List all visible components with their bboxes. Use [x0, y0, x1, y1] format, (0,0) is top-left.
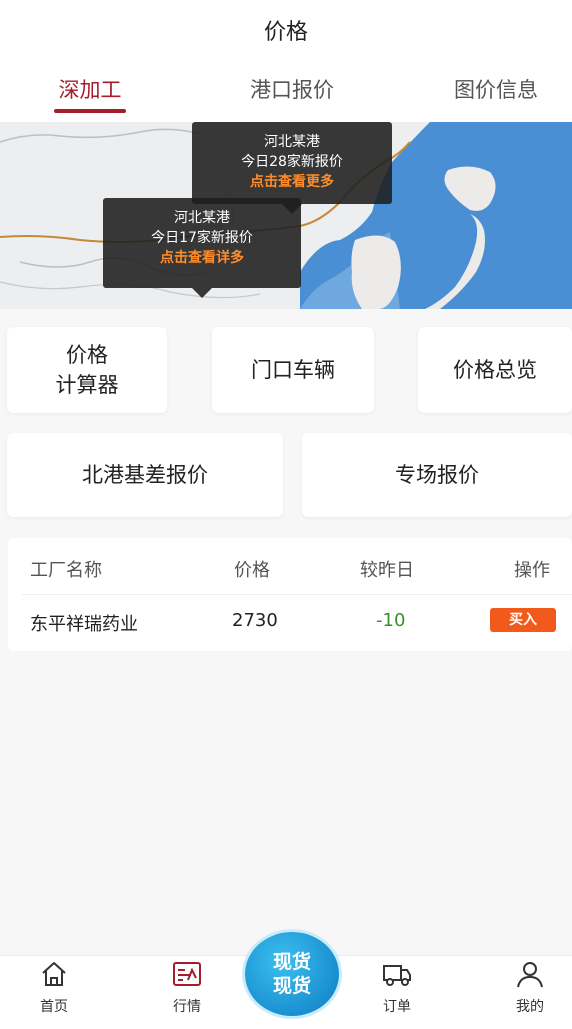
truck-icon: [383, 965, 411, 986]
tab-active-indicator: [54, 109, 126, 113]
popup-quote-count: 今日17家新报价: [151, 230, 253, 246]
user-icon: [517, 962, 543, 988]
north-port-basis-quote-label: 北港基差报价: [82, 463, 208, 487]
price-overview-label: 价格总览: [453, 358, 537, 382]
center-button-line1: 现货: [272, 951, 311, 973]
home-icon: [42, 962, 66, 986]
nav-profile-label: 我的: [516, 999, 544, 1015]
price-calculator-button[interactable]: 价格 计算器: [7, 327, 167, 413]
header: 价格 深加工 港口报价 图价信息: [0, 0, 572, 122]
nav-orders-label: 订单: [383, 999, 411, 1015]
popup-view-more-link[interactable]: 点击查看更多: [192, 172, 392, 192]
popup-port-name: 河北某港: [264, 134, 320, 150]
change-cell: -10: [376, 610, 406, 631]
nav-home[interactable]: 首页: [14, 956, 94, 1029]
spot-goods-center-button[interactable]: 现货 现货: [245, 932, 339, 1016]
nav-market-label: 行情: [173, 999, 201, 1015]
gate-vehicles-label: 门口车辆: [251, 358, 335, 382]
price-table: 工厂名称 价格 较昨日 操作 东平祥瑞药业 2730 -10 买入: [8, 538, 572, 651]
nav-market[interactable]: 行情: [147, 956, 227, 1029]
north-port-basis-quote-button[interactable]: 北港基差报价: [7, 433, 283, 517]
center-button-line2: 现货: [272, 975, 311, 997]
header-action: 操作: [514, 560, 550, 581]
market-icon: [173, 962, 201, 986]
tab-bar: 深加工 港口报价 图价信息: [0, 72, 572, 116]
table-divider: [22, 594, 572, 595]
map-popup-port-2[interactable]: 河北某港 今日17家新报价 点击查看详多: [103, 198, 301, 298]
tab-map-price-info[interactable]: 图价信息: [436, 72, 556, 116]
header-change: 较昨日: [360, 560, 414, 581]
price-overview-button[interactable]: 价格总览: [418, 327, 572, 413]
nav-home-label: 首页: [40, 999, 68, 1015]
nav-orders[interactable]: 订单: [357, 956, 437, 1029]
price-cell: 2730: [232, 610, 278, 631]
header-factory-name: 工厂名称: [30, 560, 102, 581]
nav-profile[interactable]: 我的: [490, 956, 570, 1029]
price-map[interactable]: 河北某港 今日28家新报价 点击查看更多 河北某港 今日17家新报价 点击查看详…: [0, 122, 572, 309]
factory-name-cell: 东平祥瑞药业: [30, 614, 138, 635]
buy-button[interactable]: 买入: [490, 608, 556, 632]
gate-vehicles-button[interactable]: 门口车辆: [212, 327, 374, 413]
map-popup-port-1[interactable]: 河北某港 今日28家新报价 点击查看更多: [192, 122, 392, 214]
special-quote-label: 专场报价: [395, 463, 479, 487]
page-title: 价格: [263, 20, 308, 45]
tab-port-quotes[interactable]: 港口报价: [232, 72, 352, 116]
price-calculator-label-line2: 计算器: [55, 373, 119, 397]
price-calculator-label-line1: 价格: [66, 343, 108, 367]
popup-quote-count: 今日28家新报价: [241, 154, 343, 170]
header-price: 价格: [234, 560, 270, 581]
popup-port-name: 河北某港: [174, 210, 230, 226]
popup-view-details-link[interactable]: 点击查看详多: [103, 248, 301, 268]
special-quote-button[interactable]: 专场报价: [302, 433, 572, 517]
